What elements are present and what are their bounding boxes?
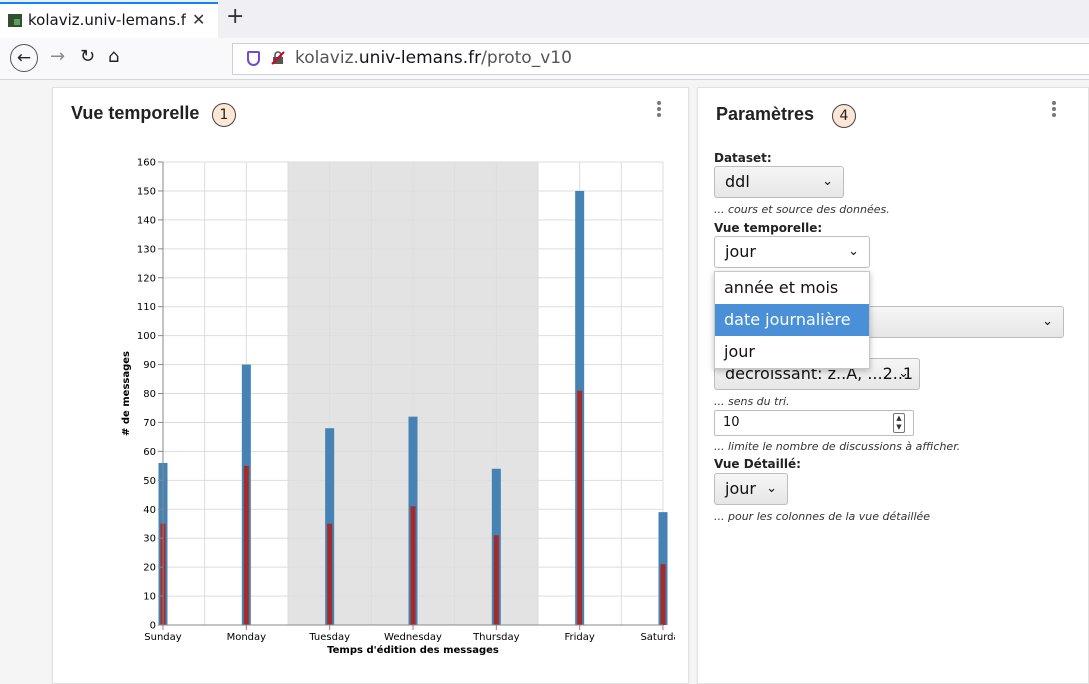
sort-hint: ... sens du tri. [714,395,790,408]
y-tick-label: 160 [137,158,156,169]
dropdown-option[interactable]: jour [715,336,869,368]
x-tick-label: Tuesday [308,632,350,643]
card-title: Vue temporelle [71,103,200,123]
bar-friday-series-2 [577,390,583,625]
bar-wednesday-series-2 [410,506,416,625]
step-badge: 1 [212,103,236,127]
y-tick-label: 90 [143,360,156,371]
home-icon[interactable]: ⌂ [108,46,119,67]
bar-thursday-series-2 [493,535,499,625]
detail-view-label: Vue Détaillé: [714,457,801,471]
y-tick-label: 10 [143,592,156,603]
limit-hint: ... limite le nombre de discussions à af… [714,440,961,453]
chevron-down-icon: ⌄ [848,244,859,259]
bar-saturday-series-2 [660,564,666,625]
tab-title: kolaviz.univ-lemans.fr [28,11,186,29]
spinner-icon[interactable]: ▲ ▼ [893,413,905,433]
chevron-down-icon: ⌄ [898,366,909,381]
detail-view-hint: ... pour les colonnes de la vue détaillé… [714,510,931,523]
more-options-icon[interactable] [656,100,662,118]
y-tick-label: 110 [137,302,156,313]
url-bar[interactable]: kolaviz.univ-lemans.fr/proto_v10 [232,43,1089,75]
url-text: kolaviz.univ-lemans.fr/proto_v10 [295,48,572,68]
temporal-view-label: Vue temporelle: [714,221,823,235]
y-tick-label: 120 [137,273,156,284]
new-tab-icon[interactable]: + [226,4,244,29]
y-tick-label: 130 [137,244,156,255]
dataset-select[interactable]: ddl ⌄ [714,166,844,198]
temporal-view-card: Vue temporelle 1 0 10 20 30 40 50 60 70 80 90 100 1… [52,87,689,684]
page: Vue temporelle 1 0 10 20 30 40 50 60 70 80 90 100 1… [0,81,1089,684]
limit-input[interactable]: 10 ▲ ▼ [714,410,914,436]
forward-arrow-icon[interactable]: → [50,46,65,67]
x-tick-label: Saturday [640,632,675,643]
site-favicon-icon [8,14,22,27]
y-tick-label: 100 [137,331,156,342]
close-tab-icon[interactable]: ✕ [192,10,205,29]
tab-bar: kolaviz.univ-lemans.fr ✕ + [0,0,1089,38]
temporal-view-select[interactable]: jour ⌄ [714,236,870,268]
temporal-bar-chart: 0 10 20 30 40 50 60 70 80 90 100 110 120 130 140 150 160… [121,158,675,657]
bar-tuesday-series-2 [327,523,333,625]
step-badge: 4 [832,104,856,128]
more-options-icon[interactable] [1051,100,1057,118]
y-tick-label: 80 [143,389,156,400]
y-tick-label: 30 [143,534,156,545]
y-tick-label: 0 [150,621,156,632]
tracking-shield-icon[interactable] [247,51,260,66]
y-tick-label: 70 [143,418,156,429]
detail-view-select[interactable]: jour ⌄ [714,473,788,505]
back-arrow-icon[interactable]: ← [10,44,38,72]
bar-monday-series-2 [243,465,249,625]
x-tick-label: Friday [565,632,595,643]
y-axis-title: # de messages [121,351,132,436]
temporal-view-dropdown: année et mois date journalière jour [714,271,870,369]
y-tick-label: 140 [137,215,156,226]
dataset-label: Dataset: [714,151,772,165]
x-tick-label: Monday [227,632,267,643]
chevron-down-icon: ⌄ [1042,314,1053,329]
y-tick-label: 20 [143,563,156,574]
dropdown-option-highlighted[interactable]: date journalière [715,304,869,336]
y-tick-label: 40 [143,505,156,516]
card-title: Paramètres [716,104,815,124]
x-tick-label: Wednesday [384,632,442,643]
y-tick-label: 150 [137,186,156,197]
dropdown-option[interactable]: année et mois [715,272,869,304]
chevron-down-icon: ⌄ [822,174,833,189]
insecure-lock-icon[interactable] [271,51,285,65]
chevron-down-icon: ⌄ [766,481,777,496]
y-tick-label: 50 [143,476,156,487]
x-axis-title: Temps d'édition des messages [327,644,499,656]
dataset-hint: ... cours et source des données. [714,203,890,216]
reload-icon[interactable]: ↻ [80,46,95,67]
x-tick-label: Sunday [144,632,181,643]
x-tick-label: Thursday [472,632,520,643]
nav-bar: ← → ↻ ⌂ kolaviz.univ-lemans.fr/proto_v10 [0,38,1089,80]
parameters-card: Paramètres 4 Dataset: ddl ⌄ ... cours et… [697,87,1089,684]
browser-tab[interactable]: kolaviz.univ-lemans.fr ✕ [0,2,218,38]
y-tick-label: 60 [143,447,156,458]
